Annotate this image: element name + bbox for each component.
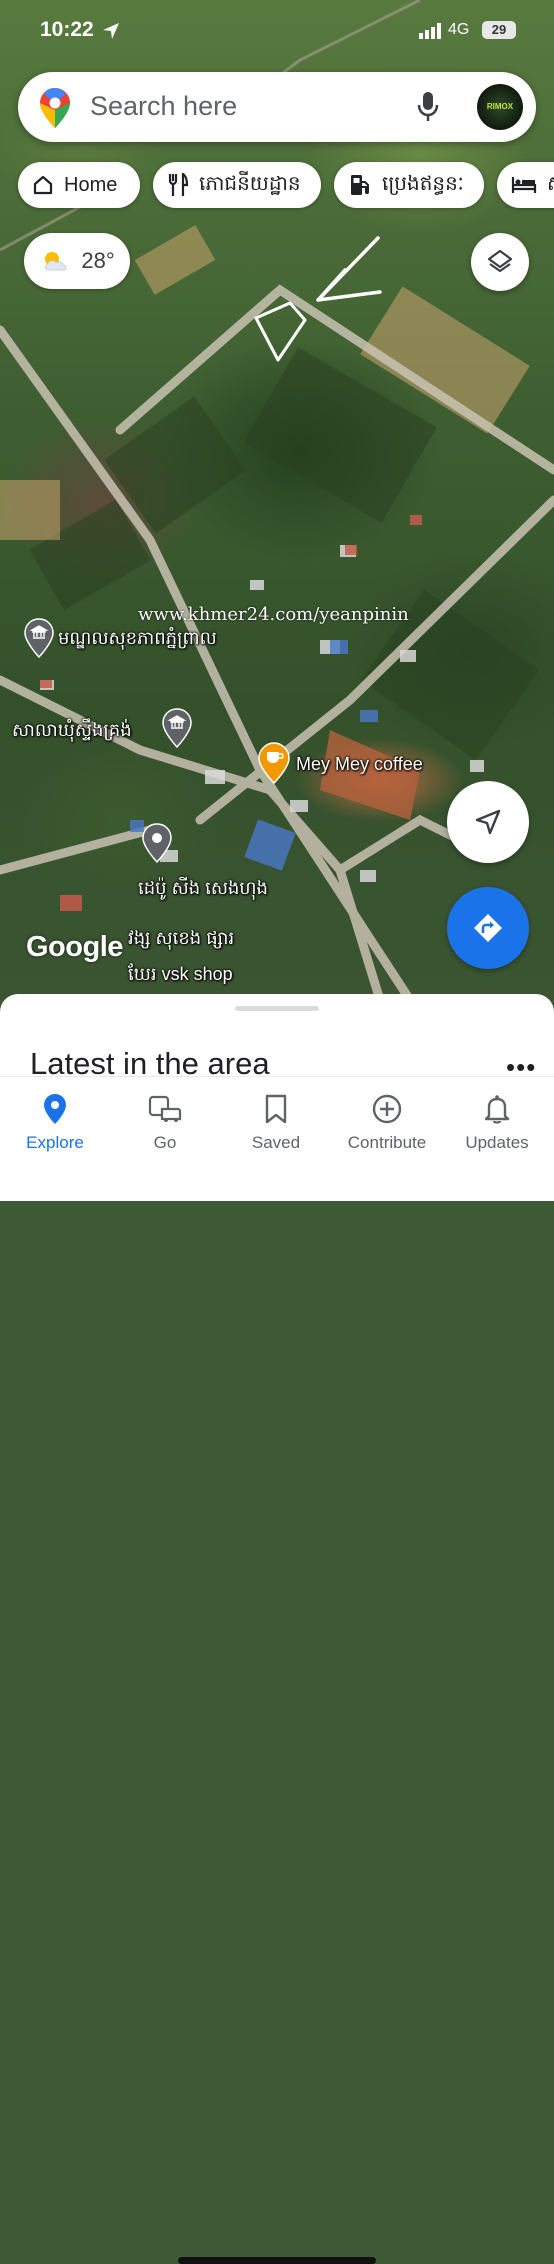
poi-depot-label-line2[interactable]: វង្ស សុខេង ផ្សារ	[128, 926, 234, 953]
poi-depot-label-line3[interactable]: ឃែរ vsk shop	[128, 962, 233, 989]
chip-label: ភោជនីយដ្ឋាន	[199, 173, 301, 195]
layers-button[interactable]	[471, 233, 529, 291]
nav-label: Updates	[465, 1133, 529, 1152]
category-chips: Home ភោជនីយដ្ឋាន ប្រេងឥន្ធនៈ ស	[18, 162, 554, 208]
commute-icon	[148, 1095, 182, 1122]
avatar[interactable]: RIMOX	[477, 84, 523, 130]
network-type: 4G	[448, 21, 470, 38]
chip-label: Home	[64, 173, 118, 196]
search-input[interactable]: Search here	[90, 91, 237, 122]
navigation-arrow-icon	[475, 809, 501, 835]
nav-contribute[interactable]: Contribute	[332, 1091, 442, 1153]
poi-cafe-label[interactable]: Mey Mey coffee	[296, 754, 423, 775]
nav-go[interactable]: Go	[110, 1091, 220, 1153]
status-bar: 10:22 4G 29	[0, 0, 554, 60]
weather-chip[interactable]: 28°	[24, 233, 130, 289]
cafe-pin-icon[interactable]	[258, 742, 290, 784]
watermark-text: www.khmer24.com/yeanpinin	[138, 604, 409, 625]
hotel-icon	[511, 177, 537, 193]
gas-station-icon	[351, 175, 369, 195]
layers-icon	[487, 249, 513, 273]
home-indicator[interactable]	[178, 2257, 376, 2264]
nav-explore[interactable]: Explore	[0, 1091, 110, 1153]
add-circle-icon	[372, 1094, 402, 1124]
location-arrow-icon	[103, 23, 119, 39]
nav-saved[interactable]: Saved	[221, 1091, 331, 1153]
maps-logo-icon	[40, 88, 70, 128]
sheet-drag-handle[interactable]	[235, 1006, 319, 1011]
nav-label: Contribute	[347, 1133, 427, 1152]
poi-commune-hall-label[interactable]: សាលាឃុំស្ទឹងគ្រង់	[12, 718, 132, 745]
chip-label: ប្រេងឥន្ធនៈ	[382, 173, 464, 195]
signal-icon	[419, 23, 441, 39]
directions-button[interactable]	[447, 887, 529, 969]
partly-cloudy-icon	[45, 252, 67, 271]
nav-label: Explore	[26, 1133, 84, 1152]
commune-hall-pin-icon[interactable]	[162, 708, 192, 748]
status-time: 10:22	[40, 18, 94, 41]
chip-gas[interactable]: ប្រេងឥន្ធនៈ	[334, 162, 484, 208]
directions-icon	[474, 914, 502, 942]
restaurant-icon	[168, 173, 189, 196]
microphone-icon[interactable]	[416, 91, 440, 123]
search-bar[interactable]: Search here RIMOX	[18, 72, 536, 142]
google-logo: Google	[26, 931, 123, 963]
bottom-navigation: Explore Go Saved Contribute Updates	[0, 1076, 554, 2264]
bell-icon	[484, 1095, 510, 1124]
arrow-annotation	[316, 236, 382, 302]
explore-pin-icon	[44, 1094, 66, 1124]
nav-label: Go	[153, 1133, 177, 1152]
bookmark-icon	[265, 1094, 287, 1124]
my-location-button[interactable]	[447, 781, 529, 863]
nav-updates[interactable]: Updates	[442, 1091, 552, 1153]
chip-hotels[interactable]: ស	[497, 162, 554, 208]
shop-pin-icon[interactable]	[142, 823, 172, 863]
home-icon	[33, 175, 53, 195]
nav-label: Saved	[251, 1133, 301, 1152]
chip-home[interactable]: Home	[18, 162, 140, 208]
battery-icon: 29	[482, 21, 516, 39]
chip-label: ស	[547, 170, 554, 200]
chip-restaurants[interactable]: ភោជនីយដ្ឋាន	[153, 162, 321, 208]
poi-depot-label[interactable]: ដេប៉ូ សីង សេងហុង	[138, 876, 268, 903]
poi-health-center-label[interactable]: មណ្ឌលសុខភាពភ្នំព្រាល	[58, 626, 217, 653]
weather-temperature: 28°	[81, 248, 115, 273]
health-center-pin-icon[interactable]	[24, 618, 54, 658]
